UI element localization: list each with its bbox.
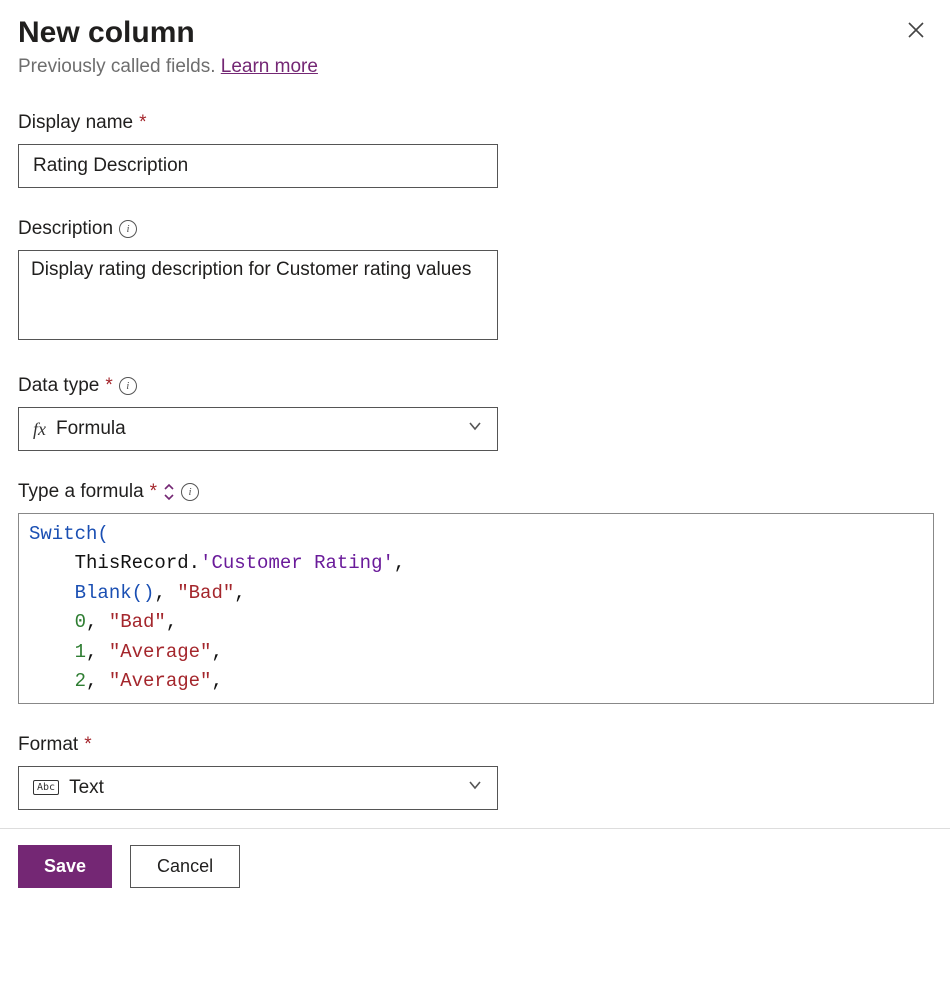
panel-title: New column xyxy=(18,16,195,50)
data-type-label: Data type xyxy=(18,375,99,397)
fx-icon: fx xyxy=(33,419,46,440)
description-label: Description xyxy=(18,218,113,240)
chevron-down-icon xyxy=(467,777,483,799)
formula-editor[interactable]: Switch( ThisRecord.'Customer Rating', Bl… xyxy=(18,513,934,704)
format-select[interactable]: Abc Text xyxy=(18,766,498,810)
display-name-label: Display name xyxy=(18,112,133,134)
display-name-input[interactable] xyxy=(18,144,498,188)
formula-label: Type a formula xyxy=(18,481,144,503)
save-button[interactable]: Save xyxy=(18,845,112,888)
required-indicator: * xyxy=(84,734,91,756)
info-icon[interactable]: i xyxy=(119,220,137,238)
description-input[interactable]: Display rating description for Customer … xyxy=(18,250,498,340)
required-indicator: * xyxy=(105,375,112,397)
data-type-value: Formula xyxy=(56,418,126,440)
format-value: Text xyxy=(69,777,104,799)
required-indicator: * xyxy=(139,112,146,134)
cancel-button[interactable]: Cancel xyxy=(130,845,240,888)
info-icon[interactable]: i xyxy=(119,377,137,395)
abc-icon: Abc xyxy=(33,780,59,795)
data-type-select[interactable]: fx Formula xyxy=(18,407,498,451)
close-icon[interactable] xyxy=(900,16,932,49)
panel-subtitle: Previously called fields. Learn more xyxy=(18,56,932,78)
subtitle-text: Previously called fields. xyxy=(18,56,221,77)
info-icon[interactable]: i xyxy=(181,483,199,501)
learn-more-link[interactable]: Learn more xyxy=(221,56,318,77)
required-indicator: * xyxy=(150,481,157,503)
format-label: Format xyxy=(18,734,78,756)
chevron-down-icon xyxy=(467,418,483,440)
expand-collapse-icon[interactable] xyxy=(163,483,175,501)
